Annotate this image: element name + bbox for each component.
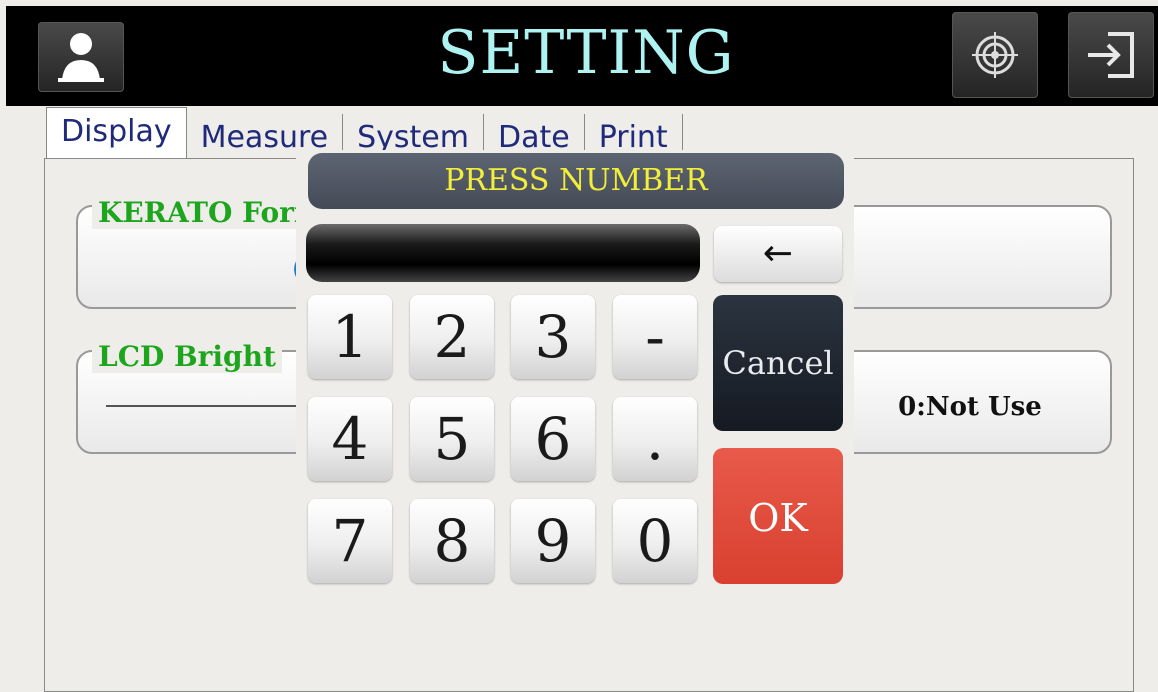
key-0[interactable]: 0 — [613, 499, 697, 583]
key-2[interactable]: 2 — [410, 295, 494, 379]
exit-icon — [1088, 32, 1134, 78]
user-button[interactable] — [38, 22, 124, 92]
kerato-format-label: KERATO Form — [92, 196, 330, 229]
key-dot[interactable]: . — [613, 397, 697, 481]
key-1[interactable]: 1 — [308, 295, 392, 379]
lcd-bright-slider-track[interactable] — [106, 405, 306, 407]
backspace-button[interactable]: ← — [714, 226, 842, 282]
key-6[interactable]: 6 — [511, 397, 595, 481]
key-5[interactable]: 5 — [410, 397, 494, 481]
keypad-title: PRESS NUMBER — [308, 153, 844, 209]
header-bar: SETTING — [6, 6, 1158, 106]
key-minus[interactable]: - — [613, 295, 697, 379]
keypad-display — [306, 224, 700, 282]
user-icon — [58, 33, 104, 82]
key-3[interactable]: 3 — [511, 295, 595, 379]
lcd-bright-value[interactable]: 0:Not Use — [860, 392, 1080, 422]
target-button[interactable] — [952, 12, 1038, 98]
tab-display[interactable]: Display — [46, 107, 187, 160]
key-8[interactable]: 8 — [410, 499, 494, 583]
exit-button[interactable] — [1068, 12, 1154, 98]
lcd-bright-label: LCD Bright — [92, 340, 282, 373]
target-icon — [972, 32, 1018, 78]
key-7[interactable]: 7 — [308, 499, 392, 583]
key-4[interactable]: 4 — [308, 397, 392, 481]
cancel-button[interactable]: Cancel — [713, 295, 843, 431]
key-9[interactable]: 9 — [511, 499, 595, 583]
page-title: SETTING — [437, 18, 735, 88]
ok-button[interactable]: OK — [713, 448, 843, 584]
